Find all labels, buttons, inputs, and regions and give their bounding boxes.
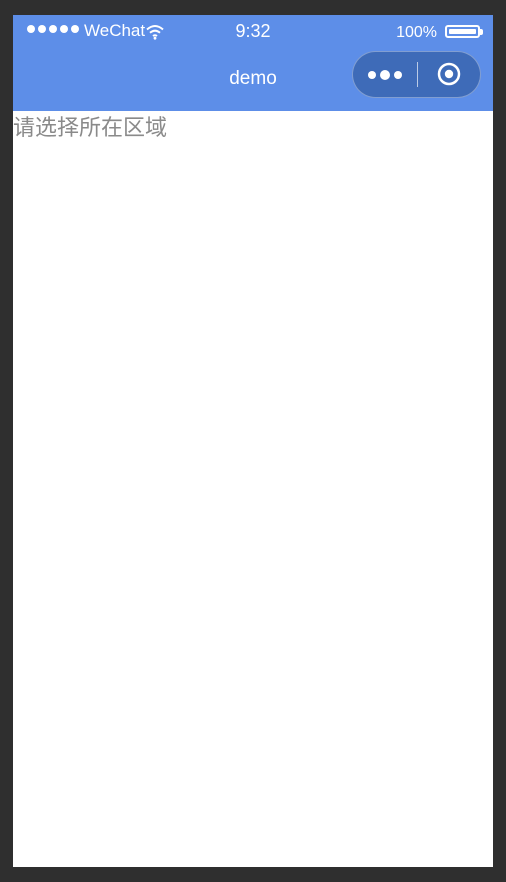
close-button[interactable] (418, 52, 480, 97)
battery-tip (480, 29, 483, 35)
region-picker[interactable]: 请选择所在区域 (13, 113, 167, 145)
more-button[interactable] (353, 52, 417, 97)
battery-fill (449, 29, 476, 34)
capsule-menu (352, 51, 481, 98)
more-icon (394, 70, 402, 79)
phone-screen: WeChat 9:32 100% demo 请选择所在区域 (13, 15, 493, 867)
battery-icon (445, 25, 480, 38)
battery-percent: 100% (396, 24, 437, 41)
more-icon (380, 69, 390, 80)
status-bar: WeChat 9:32 100% (13, 15, 493, 47)
target-icon (437, 62, 461, 86)
more-icon (368, 70, 376, 79)
top-bar: WeChat 9:32 100% demo (13, 15, 493, 111)
